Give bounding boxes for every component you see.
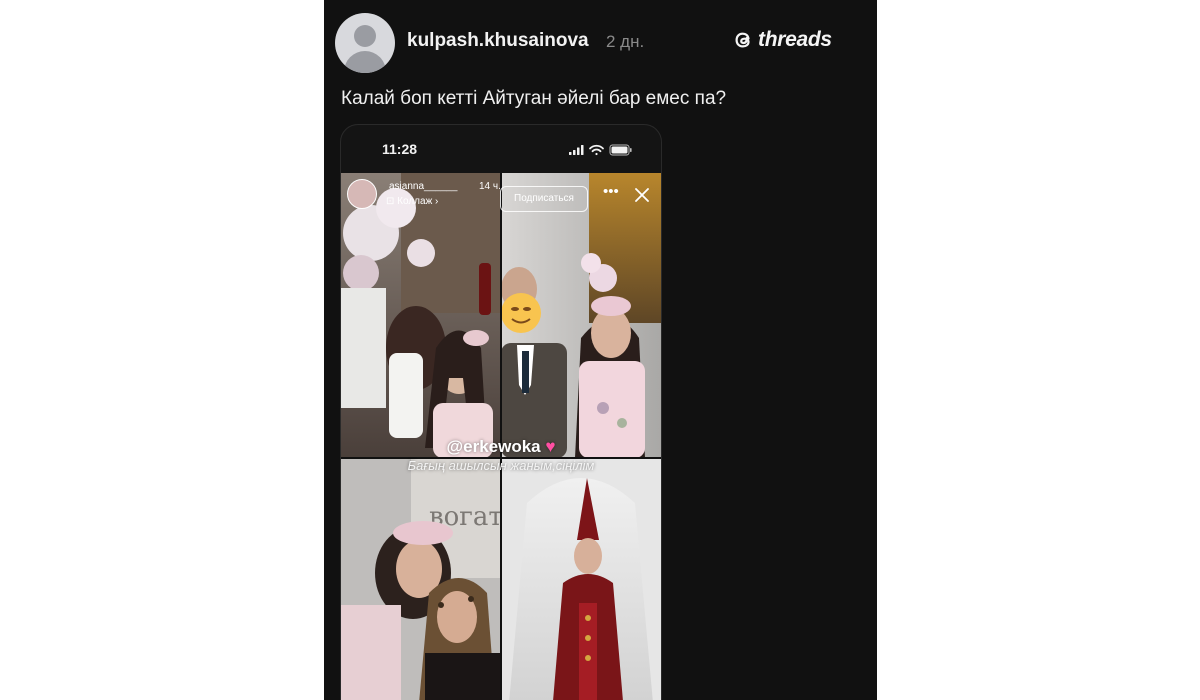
story-header: asianna______ 14 ч. ⊡ Коллаж › Подписать…: [341, 173, 661, 215]
threads-logo-icon: [735, 32, 750, 48]
user-avatar[interactable]: [335, 13, 395, 73]
signal-icon: [569, 145, 584, 155]
mention-text[interactable]: @erkewoka: [447, 437, 541, 456]
story-username[interactable]: asianna______: [389, 181, 457, 192]
collage-photo-top-left: [341, 173, 501, 458]
more-horizontal-icon[interactable]: •••: [603, 183, 619, 200]
story-subtitle-label: Коллаж: [397, 196, 433, 207]
collage-photo-bottom-right: [501, 458, 661, 700]
post-username[interactable]: kulpash.khusainova: [407, 30, 589, 52]
threads-post: kulpash.khusainova 2 дн. threads Калай б…: [324, 0, 877, 700]
threads-brand: threads: [733, 28, 832, 52]
close-icon[interactable]: [634, 187, 650, 203]
story-age: 14 ч.: [479, 181, 501, 192]
wifi-icon: [589, 144, 604, 156]
story-mention: @erkewoka ♥: [341, 437, 661, 457]
follow-button[interactable]: Подписаться: [500, 186, 588, 212]
story-screenshot[interactable]: 11:28 вогат asianna______ 14 ч. ⊡ Коллаж…: [340, 124, 662, 700]
collage-photo-top-right: [501, 173, 661, 458]
post-caption: Калай боп кетті Айтуган әйелі бар емес п…: [341, 88, 727, 109]
battery-icon: [609, 144, 632, 156]
heart-icon: ♥: [545, 437, 556, 456]
threads-wordmark: threads: [758, 28, 832, 51]
post-timestamp: 2 дн.: [606, 32, 645, 51]
phone-status-bar: 11:28: [341, 125, 661, 173]
story-avatar[interactable]: [347, 179, 377, 209]
chevron-right-icon: ›: [435, 196, 439, 207]
story-subtitle: ⊡ Коллаж ›: [386, 196, 438, 207]
story-caption: Бағың ашылсын жаным,сіңілім: [407, 458, 595, 473]
status-icons: [569, 144, 632, 156]
collage-icon: ⊡: [386, 196, 395, 207]
status-time: 11:28: [382, 141, 418, 157]
collage-photo-bottom-left: вогат: [341, 458, 503, 700]
